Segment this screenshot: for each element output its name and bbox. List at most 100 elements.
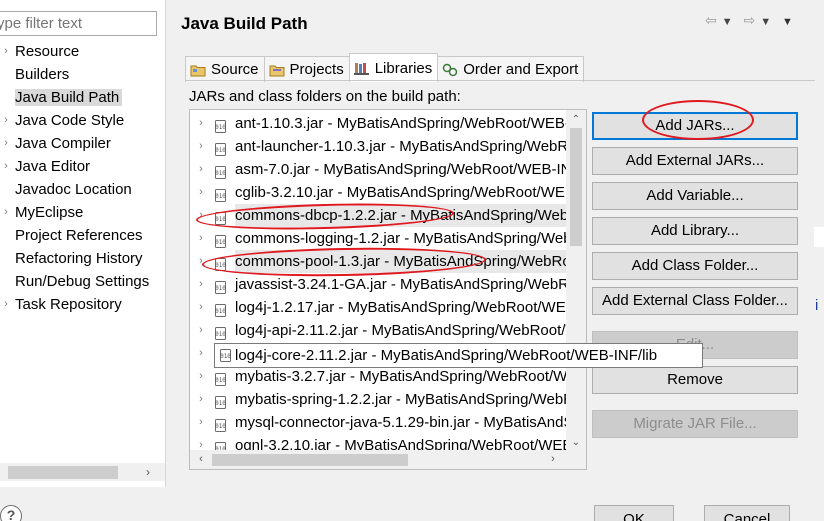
- jar-list-item[interactable]: › 010 asm-7.0.jar - MyBatisAndSpring/WebRo…: [190, 158, 586, 181]
- svg-text:010: 010: [215, 423, 226, 430]
- jar-list-item[interactable]: › 010 mybatis-spring-1.2.2.jar - MyBatisAn…: [190, 388, 586, 411]
- horizontal-scroll-thumb[interactable]: [212, 454, 408, 466]
- chevron-right-icon[interactable]: ›: [196, 135, 206, 158]
- svg-text:010: 010: [215, 262, 226, 269]
- jar-file-icon: 010: [215, 255, 226, 271]
- scroll-right-icon[interactable]: ›: [141, 463, 155, 481]
- nav-item-label: Refactoring History: [15, 250, 143, 267]
- chevron-right-icon[interactable]: ›: [196, 342, 206, 365]
- jar-list-item[interactable]: › 010 commons-logging-1.2.jar - MyBatisAnd…: [190, 227, 586, 250]
- jar-list-item[interactable]: › 010 commons-pool-1.3.jar - MyBatisAndSpr…: [190, 250, 586, 273]
- tab-source[interactable]: Source: [185, 56, 265, 82]
- jar-list-item[interactable]: › 010 cglib-3.2.10.jar - MyBatisAndSpring/…: [190, 181, 586, 204]
- nav-item-label: Java Compiler: [15, 135, 111, 152]
- back-menu-chevron-down-icon[interactable]: ▼: [722, 16, 735, 28]
- cancel-button[interactable]: Cancel: [704, 505, 790, 521]
- tab-label: Libraries: [374, 59, 433, 77]
- svg-text:010: 010: [220, 353, 231, 360]
- jar-list-horizontal-scrollbar[interactable]: ‹ ›: [190, 450, 568, 469]
- scroll-left-icon[interactable]: ‹: [193, 450, 209, 469]
- section-label: JARs and class folders on the build path…: [189, 88, 461, 105]
- forward-arrow-icon[interactable]: ⇨: [744, 12, 758, 29]
- jar-list-item-label: mybatis-3.2.7.jar - MyBatisAndSpring/Web…: [235, 368, 586, 385]
- add-variable-button[interactable]: Add Variable...: [592, 182, 798, 210]
- jar-list-item[interactable]: › 010 log4j-1.2.17.jar - MyBatisAndSpring/…: [190, 296, 586, 319]
- help-icon[interactable]: ?: [0, 505, 22, 521]
- nav-item[interactable]: Javadoc Location: [0, 178, 165, 201]
- jar-list-vertical-scrollbar[interactable]: ⌃ ⌄: [566, 110, 586, 451]
- add-external-class-folder-button[interactable]: Add External Class Folder...: [592, 287, 798, 315]
- chevron-right-icon[interactable]: ›: [196, 273, 206, 296]
- jar-file-icon: 010: [215, 117, 226, 133]
- nav-item[interactable]: Java Build Path: [0, 86, 165, 109]
- jar-list-item[interactable]: › 010 mybatis-3.2.7.jar - MyBatisAndSpring…: [190, 365, 586, 388]
- svg-text:010: 010: [215, 170, 226, 177]
- remove-button[interactable]: Remove: [592, 366, 798, 394]
- chevron-right-icon[interactable]: ›: [196, 204, 206, 227]
- chevron-right-icon[interactable]: ›: [196, 411, 206, 434]
- jar-file-icon: 010: [215, 301, 226, 317]
- java-build-path-page: Java Build Path ⇦ ▼ ⇨ ▼ ▼ Source Projects Li…: [167, 0, 824, 487]
- jar-list-item-label: ant-1.10.3.jar - MyBatisAndSpring/WebRoo…: [235, 115, 587, 132]
- add-library-button[interactable]: Add Library...: [592, 217, 798, 245]
- chevron-right-icon[interactable]: ›: [196, 227, 206, 250]
- view-menu-icon[interactable]: ▼: [782, 16, 795, 28]
- chevron-right-icon[interactable]: ›: [0, 201, 12, 224]
- nav-horizontal-scrollbar[interactable]: ›: [0, 463, 165, 481]
- nav-item[interactable]: › Resource: [0, 40, 165, 63]
- add-jars-button[interactable]: Add JARs...: [592, 112, 798, 140]
- tab-order-and-export[interactable]: Order and Export: [437, 56, 585, 82]
- scroll-down-icon[interactable]: ⌄: [566, 435, 586, 451]
- chevron-right-icon[interactable]: ›: [196, 250, 206, 273]
- chevron-right-icon[interactable]: ›: [196, 112, 206, 135]
- jar-list-item-label: mysql-connector-java-5.1.29-bin.jar - My…: [235, 414, 586, 431]
- jar-list-item[interactable]: › 010 mysql-connector-java-5.1.29-bin.jar …: [190, 411, 586, 434]
- nav-item[interactable]: › MyEclipse: [0, 201, 165, 224]
- jar-list[interactable]: › 010 ant-1.10.3.jar - MyBatisAndSpring/We…: [189, 109, 587, 470]
- nav-scroll-thumb[interactable]: [8, 466, 118, 479]
- chevron-right-icon[interactable]: ›: [196, 296, 206, 319]
- tab-libraries[interactable]: Libraries: [348, 53, 439, 82]
- nav-item[interactable]: Run/Debug Settings: [0, 270, 165, 293]
- chevron-right-icon[interactable]: ›: [0, 40, 12, 63]
- add-class-folder-button[interactable]: Add Class Folder...: [592, 252, 798, 280]
- tab-label: Projects: [289, 61, 344, 78]
- jar-list-item-label: log4j-api-2.11.2.jar - MyBatisAndSpring/…: [235, 322, 587, 339]
- chevron-right-icon[interactable]: ›: [0, 293, 12, 316]
- jar-file-icon: 010: [215, 186, 226, 202]
- nav-item[interactable]: › Java Code Style: [0, 109, 165, 132]
- nav-item[interactable]: › Java Compiler: [0, 132, 165, 155]
- chevron-right-icon[interactable]: ›: [196, 388, 206, 411]
- ok-button[interactable]: OK: [594, 505, 674, 521]
- chevron-right-icon[interactable]: ›: [0, 155, 12, 178]
- nav-item-label: MyEclipse: [15, 204, 84, 221]
- jar-list-item[interactable]: › 010 ant-1.10.3.jar - MyBatisAndSpring/We…: [190, 112, 586, 135]
- jar-list-item[interactable]: › 010 log4j-api-2.11.2.jar - MyBatisAndSpr…: [190, 319, 586, 342]
- chevron-right-icon[interactable]: ›: [0, 132, 12, 155]
- jar-list-item[interactable]: › 010 commons-dbcp-1.2.2.jar - MyBatisAndS…: [190, 204, 586, 227]
- scroll-right-icon[interactable]: ›: [545, 450, 561, 469]
- nav-item[interactable]: Refactoring History: [0, 247, 165, 270]
- chevron-right-icon[interactable]: ›: [196, 181, 206, 204]
- jar-list-item[interactable]: › 010 ant-launcher-1.10.3.jar - MyBatisAnd…: [190, 135, 586, 158]
- add-external-jars-button[interactable]: Add External JARs...: [592, 147, 798, 175]
- forward-menu-chevron-down-icon[interactable]: ▼: [760, 16, 773, 28]
- nav-tree: › Resource Builders Java Build Path › Java Co…: [0, 40, 165, 316]
- jar-list-item-label: cglib-3.2.10.jar - MyBatisAndSpring/WebR…: [235, 184, 587, 201]
- filter-input[interactable]: [0, 11, 157, 36]
- chevron-right-icon[interactable]: ›: [196, 158, 206, 181]
- vertical-scroll-thumb[interactable]: [570, 128, 582, 246]
- back-arrow-icon[interactable]: ⇦: [705, 12, 719, 29]
- scroll-up-icon[interactable]: ⌃: [566, 112, 586, 128]
- nav-item[interactable]: › Task Repository: [0, 293, 165, 316]
- tab-projects[interactable]: Projects: [263, 56, 350, 82]
- nav-item[interactable]: Project References: [0, 224, 165, 247]
- chevron-right-icon[interactable]: ›: [0, 109, 12, 132]
- nav-item[interactable]: Builders: [0, 63, 165, 86]
- chevron-right-icon[interactable]: ›: [196, 365, 206, 388]
- chevron-right-icon[interactable]: ›: [196, 319, 206, 342]
- jar-list-item[interactable]: › 010 javassist-3.24.1-GA.jar - MyBatisAnd…: [190, 273, 586, 296]
- migrate-jar-button[interactable]: Migrate JAR File...: [592, 410, 798, 438]
- nav-item[interactable]: › Java Editor: [0, 155, 165, 178]
- tab-label: Source: [211, 61, 259, 78]
